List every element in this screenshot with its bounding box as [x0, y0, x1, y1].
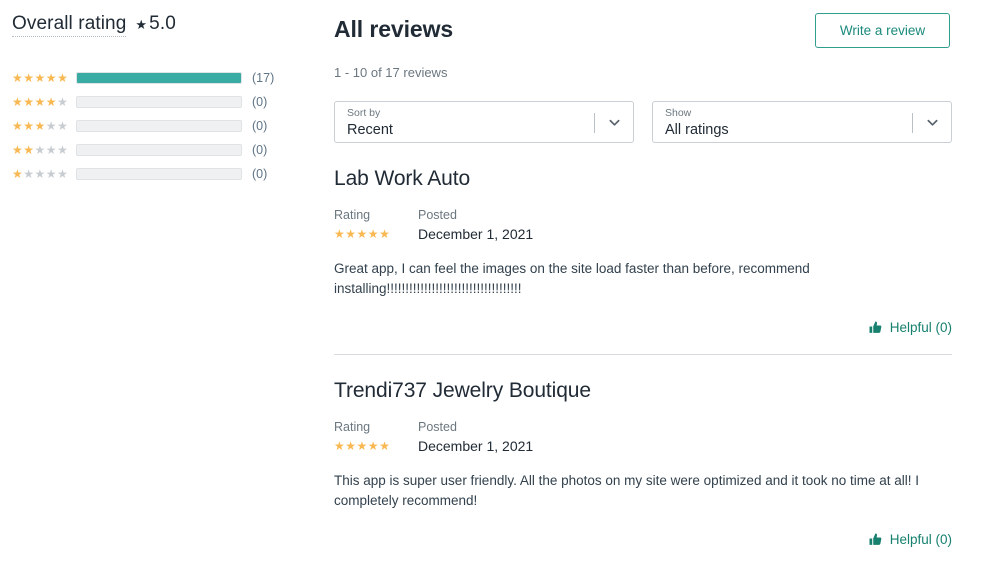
review-meta: Rating ★★★★★ Posted December 1, 2021 [334, 420, 952, 455]
rating-count-2: (0) [252, 143, 268, 157]
thumbs-up-icon [868, 320, 883, 335]
helpful-label: Helpful (0) [889, 320, 952, 335]
rating-bar-track-5 [76, 72, 242, 84]
rating-distribution: ★★★★★ (17) ★★★★★ (0) ★★★★★ (0) ★★★★★ (0)… [12, 66, 312, 186]
rating-count-1: (0) [252, 167, 268, 181]
overall-rating-summary: Overall rating ★ 5.0 ★★★★★ (17) ★★★★★ (0… [12, 0, 312, 186]
rating-bar-fill-5 [77, 73, 241, 83]
star-rating-4: ★★★★★ [12, 95, 69, 109]
review-star-rating: ★★★★★ [334, 439, 391, 453]
star-rating-5: ★★★★★ [12, 71, 69, 85]
posted-label: Posted [418, 420, 457, 434]
reviews-header: All reviews Write a review [334, 0, 952, 48]
show-ratings-select[interactable]: Show All ratings [652, 101, 952, 143]
star-icon: ★ [135, 17, 148, 32]
review-store-name: Lab Work Auto [334, 167, 471, 190]
review-filters: Sort by Recent Show All ratings [334, 101, 952, 143]
helpful-row: Helpful (0) [334, 532, 952, 547]
show-label: Show [665, 107, 692, 119]
helpful-button[interactable]: Helpful (0) [868, 320, 952, 335]
chevron-down-icon[interactable] [926, 116, 939, 129]
page-title: All reviews [334, 16, 454, 42]
review-store-name: Trendi737 Jewelry Boutique [334, 379, 591, 402]
select-divider [594, 113, 595, 133]
sort-by-select[interactable]: Sort by Recent [334, 101, 634, 143]
review-item: Trendi737 Jewelry Boutique Rating ★★★★★ … [334, 379, 952, 547]
star-rating-1: ★★★★★ [12, 167, 69, 181]
rating-count-5: (17) [252, 71, 275, 85]
show-value: All ratings [665, 122, 729, 138]
overall-rating-value: 5.0 [149, 13, 176, 34]
helpful-row: Helpful (0) [334, 320, 952, 335]
review-posted-column: Posted December 1, 2021 [418, 420, 533, 455]
review-item: Lab Work Auto Rating ★★★★★ Posted Decemb… [334, 167, 952, 355]
star-rating-3: ★★★★★ [12, 119, 69, 133]
sort-by-value: Recent [347, 122, 393, 138]
reviews-page: Overall rating ★ 5.0 ★★★★★ (17) ★★★★★ (0… [0, 0, 984, 571]
rating-bar-track-1 [76, 168, 242, 180]
review-meta: Rating ★★★★★ Posted December 1, 2021 [334, 208, 952, 243]
rating-count-4: (0) [252, 95, 268, 109]
review-star-rating: ★★★★★ [334, 227, 391, 241]
write-review-button[interactable]: Write a review [815, 13, 950, 48]
review-body: This app is super user friendly. All the… [334, 473, 920, 508]
review-body: Great app, I can feel the images on the … [334, 261, 810, 296]
rating-bar-track-2 [76, 144, 242, 156]
reviews-main: All reviews Write a review 1 - 10 of 17 … [334, 0, 952, 547]
distribution-row-4[interactable]: ★★★★★ (0) [12, 90, 312, 114]
review-rating-column: Rating ★★★★★ [334, 208, 418, 243]
rating-bar-track-4 [76, 96, 242, 108]
overall-rating-label: Overall rating [12, 13, 127, 37]
review-date: December 1, 2021 [418, 438, 534, 454]
select-divider [912, 113, 913, 133]
thumbs-up-icon [868, 532, 883, 547]
rating-label: Rating [334, 208, 371, 222]
review-divider [334, 354, 952, 355]
distribution-row-1[interactable]: ★★★★★ (0) [12, 162, 312, 186]
distribution-row-3[interactable]: ★★★★★ (0) [12, 114, 312, 138]
star-rating-2: ★★★★★ [12, 143, 69, 157]
review-count-line: 1 - 10 of 17 reviews [334, 65, 448, 80]
review-rating-column: Rating ★★★★★ [334, 420, 418, 455]
rating-count-3: (0) [252, 119, 268, 133]
distribution-row-5[interactable]: ★★★★★ (17) [12, 66, 312, 90]
rating-label: Rating [334, 420, 371, 434]
helpful-button[interactable]: Helpful (0) [868, 532, 952, 547]
helpful-label: Helpful (0) [889, 532, 952, 547]
overall-rating-score: ★ 5.0 [135, 13, 175, 35]
chevron-down-icon[interactable] [608, 116, 621, 129]
sort-by-label: Sort by [347, 107, 381, 119]
review-posted-column: Posted December 1, 2021 [418, 208, 533, 243]
rating-bar-track-3 [76, 120, 242, 132]
posted-label: Posted [418, 208, 457, 222]
overall-rating-heading: Overall rating ★ 5.0 [12, 13, 312, 37]
distribution-row-2[interactable]: ★★★★★ (0) [12, 138, 312, 162]
review-date: December 1, 2021 [418, 226, 534, 242]
